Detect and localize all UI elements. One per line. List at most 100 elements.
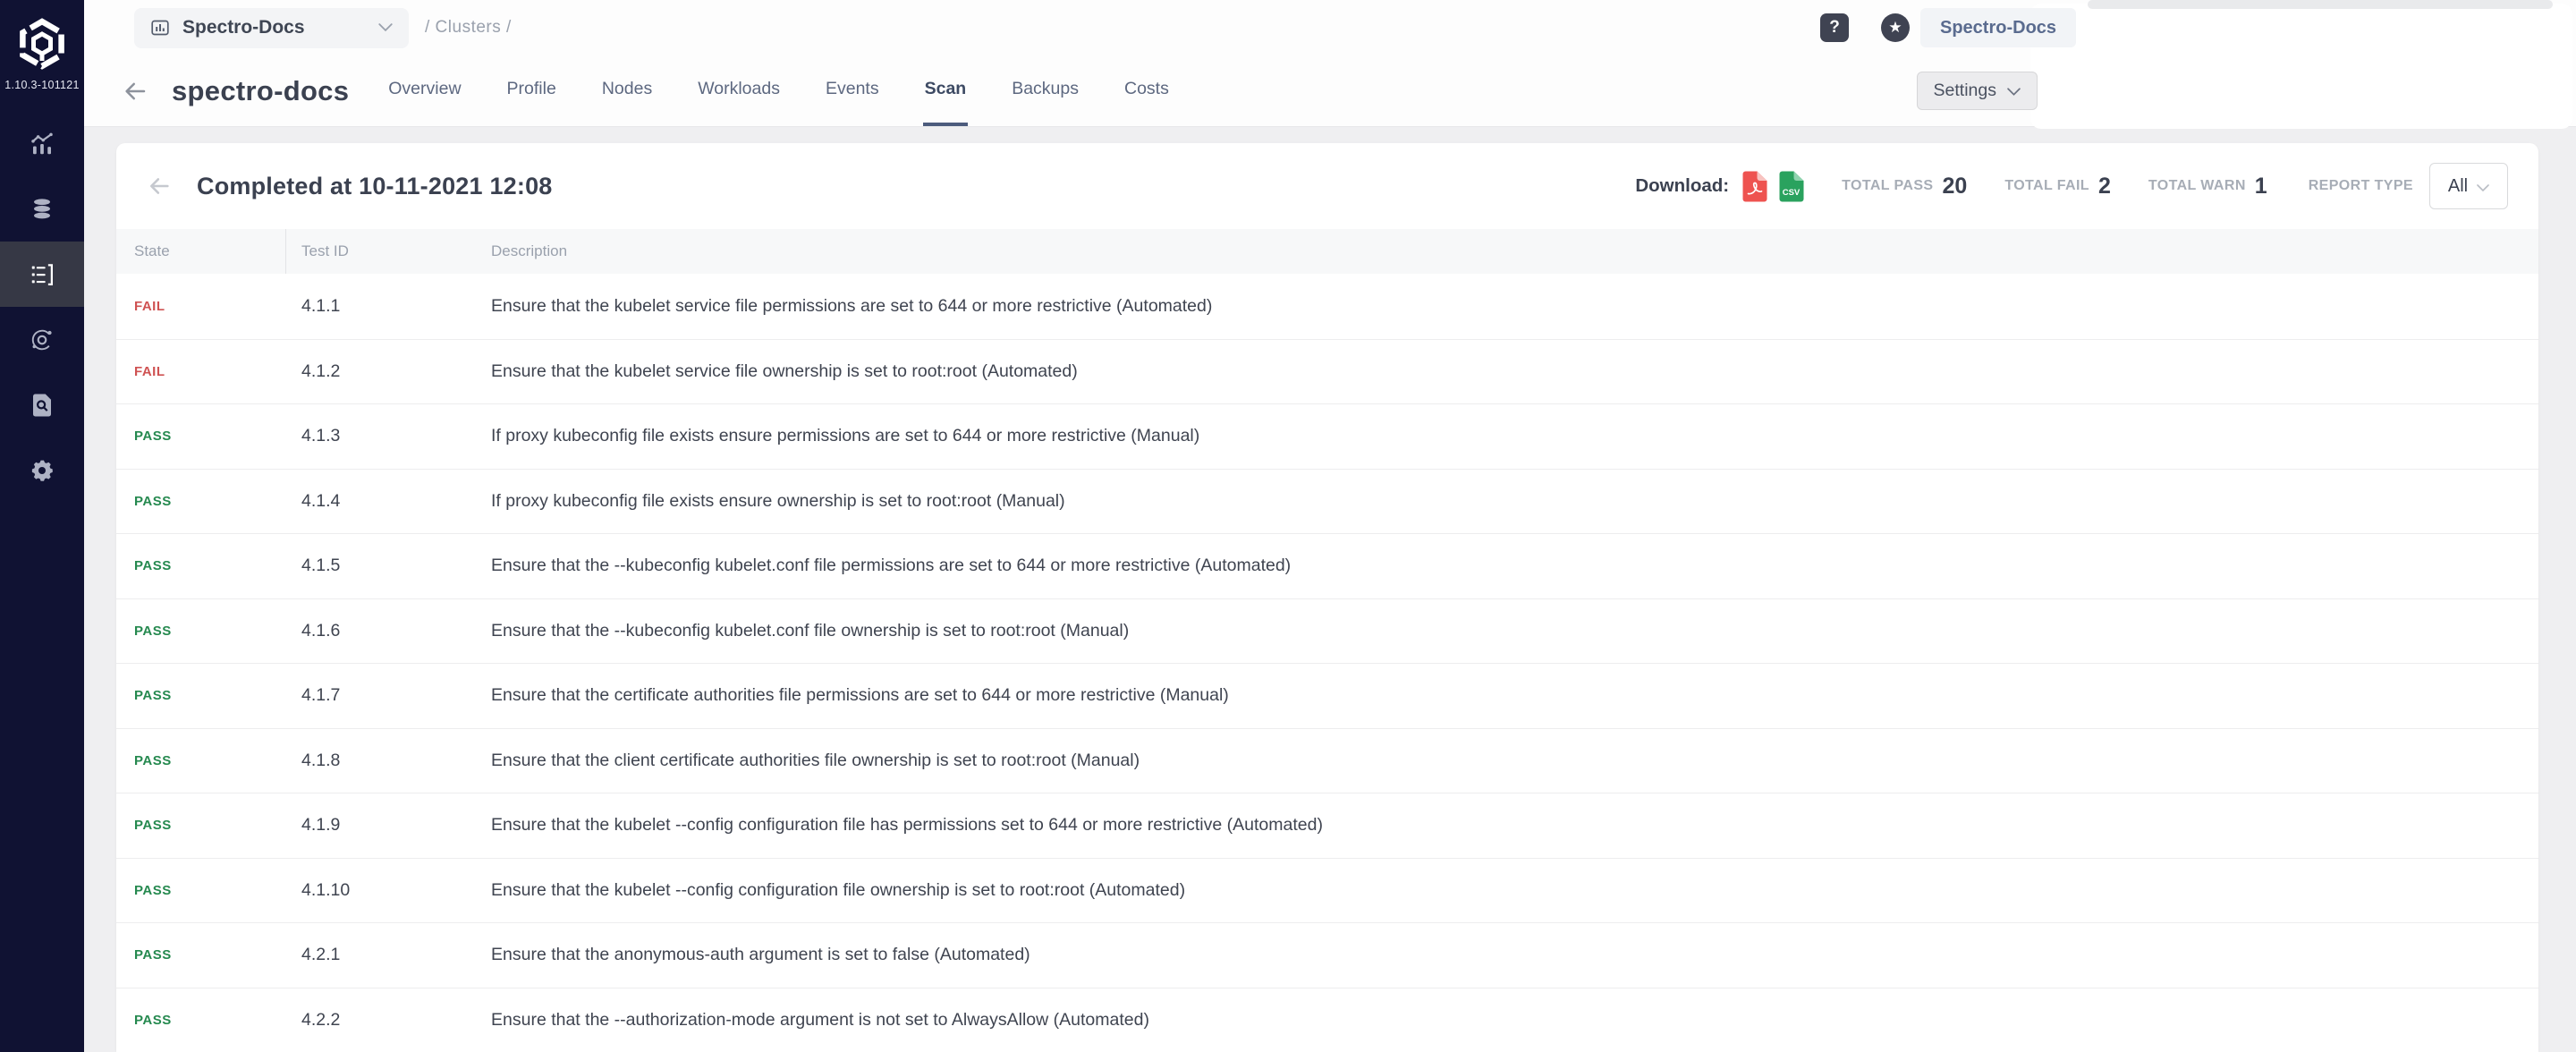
breadcrumb[interactable]: / Clusters / [425, 18, 512, 38]
test-description: Ensure that the certificate authorities … [491, 664, 2538, 728]
report-type-label: REPORT TYPE [2309, 178, 2413, 194]
table-row[interactable]: PASS 4.1.6 Ensure that the --kubeconfig … [116, 598, 2538, 664]
stat-total-fail: TOTAL FAIL 2 [2004, 174, 2111, 199]
sidebar-item-clusters[interactable] [0, 242, 84, 307]
tab-workloads[interactable]: Workloads [696, 55, 782, 126]
test-description: Ensure that the --authorization-mode arg… [491, 988, 2538, 1052]
orbit-icon [29, 327, 55, 353]
tab-scan[interactable]: Scan [923, 55, 969, 126]
stat-label: TOTAL PASS [1842, 178, 1933, 194]
scan-stats: TOTAL PASS 20 TOTAL FAIL 2 TOTAL WARN 1 [1804, 174, 2267, 199]
table-row[interactable]: PASS 4.1.9 Ensure that the kubelet --con… [116, 793, 2538, 858]
table-row[interactable]: PASS 4.1.4 If proxy kubeconfig file exis… [116, 469, 2538, 534]
topbar-row-cluster: spectro-docs OverviewProfileNodesWorkloa… [84, 55, 2576, 126]
test-description: Ensure that the kubelet --config configu… [491, 859, 2538, 923]
test-id: 4.1.1 [286, 274, 491, 339]
table-row[interactable]: PASS 4.1.7 Ensure that the certificate a… [116, 663, 2538, 728]
download-label: Download: [1635, 175, 1729, 197]
scan-back-arrow-icon[interactable] [147, 174, 172, 199]
table-row[interactable]: PASS 4.1.10 Ensure that the kubelet --co… [116, 858, 2538, 923]
version-label: 1.10.3-101121 [0, 79, 84, 91]
table-row[interactable]: PASS 4.1.8 Ensure that the client certif… [116, 728, 2538, 793]
stat-label: TOTAL WARN [2148, 178, 2246, 194]
settings-button[interactable]: Settings [1917, 72, 2038, 110]
back-arrow-icon[interactable] [122, 78, 148, 105]
test-id: 4.2.2 [286, 988, 491, 1052]
state-badge: PASS [134, 428, 172, 444]
tab-overview[interactable]: Overview [386, 55, 462, 126]
stat-value: 20 [1943, 174, 1968, 199]
csv-file-icon[interactable]: CSV [1778, 171, 1804, 202]
test-id: 4.1.6 [286, 599, 491, 664]
scan-header: Completed at 10-11-2021 12:08 Download: [116, 143, 2538, 229]
stack-icon [29, 196, 55, 223]
stat-total-warn: TOTAL WARN 1 [2148, 174, 2267, 199]
test-description: Ensure that the kubelet service file per… [491, 274, 2538, 339]
cluster-tabs: Overview Profile Nodes Workloads Events Scan B… [386, 55, 1171, 126]
metrics-icon [29, 131, 55, 157]
test-id: 4.1.4 [286, 470, 491, 534]
test-id: 4.1.7 [286, 664, 491, 728]
tab-costs[interactable]: Costs [1123, 55, 1171, 126]
column-header-state: State [116, 229, 286, 274]
scan-results-card: Completed at 10-11-2021 12:08 Download: [116, 143, 2538, 1052]
test-description: Ensure that the --kubeconfig kubelet.con… [491, 534, 2538, 598]
table-row[interactable]: PASS 4.1.3 If proxy kubeconfig file exis… [116, 403, 2538, 469]
test-id: 4.1.10 [286, 859, 491, 923]
state-badge: FAIL [134, 364, 165, 379]
state-badge: PASS [134, 1013, 172, 1028]
state-badge: PASS [134, 883, 172, 898]
dashboard-chart-icon [150, 18, 170, 38]
settings-button-label: Settings [1934, 81, 1996, 101]
sidebar-item-gear[interactable] [0, 437, 84, 503]
sidebar-item-stack[interactable] [0, 176, 84, 242]
test-description: If proxy kubeconfig file exists ensure o… [491, 470, 2538, 534]
project-selector[interactable]: Spectro-Docs [134, 8, 409, 48]
main-area: Spectro-Docs / Clusters / ? ★ Spectro-Do… [84, 0, 2576, 1052]
sidebar-item-metrics[interactable] [0, 111, 84, 176]
table-row[interactable]: PASS 4.2.1 Ensure that the anonymous-aut… [116, 922, 2538, 988]
cluster-link[interactable]: Spectro-Docs [1920, 8, 2076, 47]
state-badge: PASS [134, 688, 172, 703]
test-id: 4.1.3 [286, 404, 491, 469]
report-type-value: All [2448, 176, 2468, 197]
stat-value: 1 [2255, 174, 2267, 199]
table-row[interactable]: FAIL 4.1.1 Ensure that the kubelet servi… [116, 274, 2538, 339]
chevron-down-icon [2477, 176, 2489, 197]
topbar-right-controls: ? ★ Spectro-Docs [1820, 0, 2076, 55]
test-description: Ensure that the client certificate autho… [491, 729, 2538, 793]
test-id: 4.1.2 [286, 340, 491, 404]
test-id: 4.1.9 [286, 793, 491, 858]
table-row[interactable]: PASS 4.2.2 Ensure that the --authorizati… [116, 988, 2538, 1052]
stat-label: TOTAL FAIL [2004, 178, 2089, 194]
column-header-description: Description [491, 229, 2538, 274]
sidebar-item-orbit[interactable] [0, 307, 84, 372]
table-row[interactable]: PASS 4.1.5 Ensure that the --kubeconfig … [116, 533, 2538, 598]
tab-profile[interactable]: Profile [505, 55, 558, 126]
stat-value: 2 [2098, 174, 2111, 199]
project-selector-label: Spectro-Docs [182, 17, 305, 38]
state-badge: PASS [134, 494, 172, 509]
svg-text:CSV: CSV [1783, 188, 1801, 198]
test-description: Ensure that the --kubeconfig kubelet.con… [491, 599, 2538, 664]
table-row[interactable]: FAIL 4.1.2 Ensure that the kubelet servi… [116, 339, 2538, 404]
column-header-test-id: Test ID [286, 229, 491, 274]
star-badge-icon[interactable]: ★ [1881, 13, 1910, 42]
test-description: Ensure that the anonymous-auth argument … [491, 923, 2538, 988]
pdf-file-icon[interactable] [1741, 171, 1767, 202]
chevron-down-icon [2007, 81, 2021, 101]
sidebar-item-doc-search[interactable] [0, 372, 84, 437]
tab-nodes[interactable]: Nodes [600, 55, 654, 126]
tab-backups[interactable]: Backups [1010, 55, 1080, 126]
sidebar: 1.10.3-101121 [0, 0, 84, 1052]
topbar: Spectro-Docs / Clusters / ? ★ Spectro-Do… [84, 0, 2576, 127]
stat-total-pass: TOTAL PASS 20 [1842, 174, 1967, 199]
page-background: Completed at 10-11-2021 12:08 Download: [84, 127, 2576, 1052]
doc-search-icon [29, 392, 55, 419]
report-type-select[interactable]: All [2429, 163, 2508, 209]
tab-events[interactable]: Events [824, 55, 881, 126]
state-badge: PASS [134, 947, 172, 963]
help-icon[interactable]: ? [1820, 13, 1849, 42]
clusters-icon [29, 261, 55, 288]
state-badge: PASS [134, 753, 172, 768]
